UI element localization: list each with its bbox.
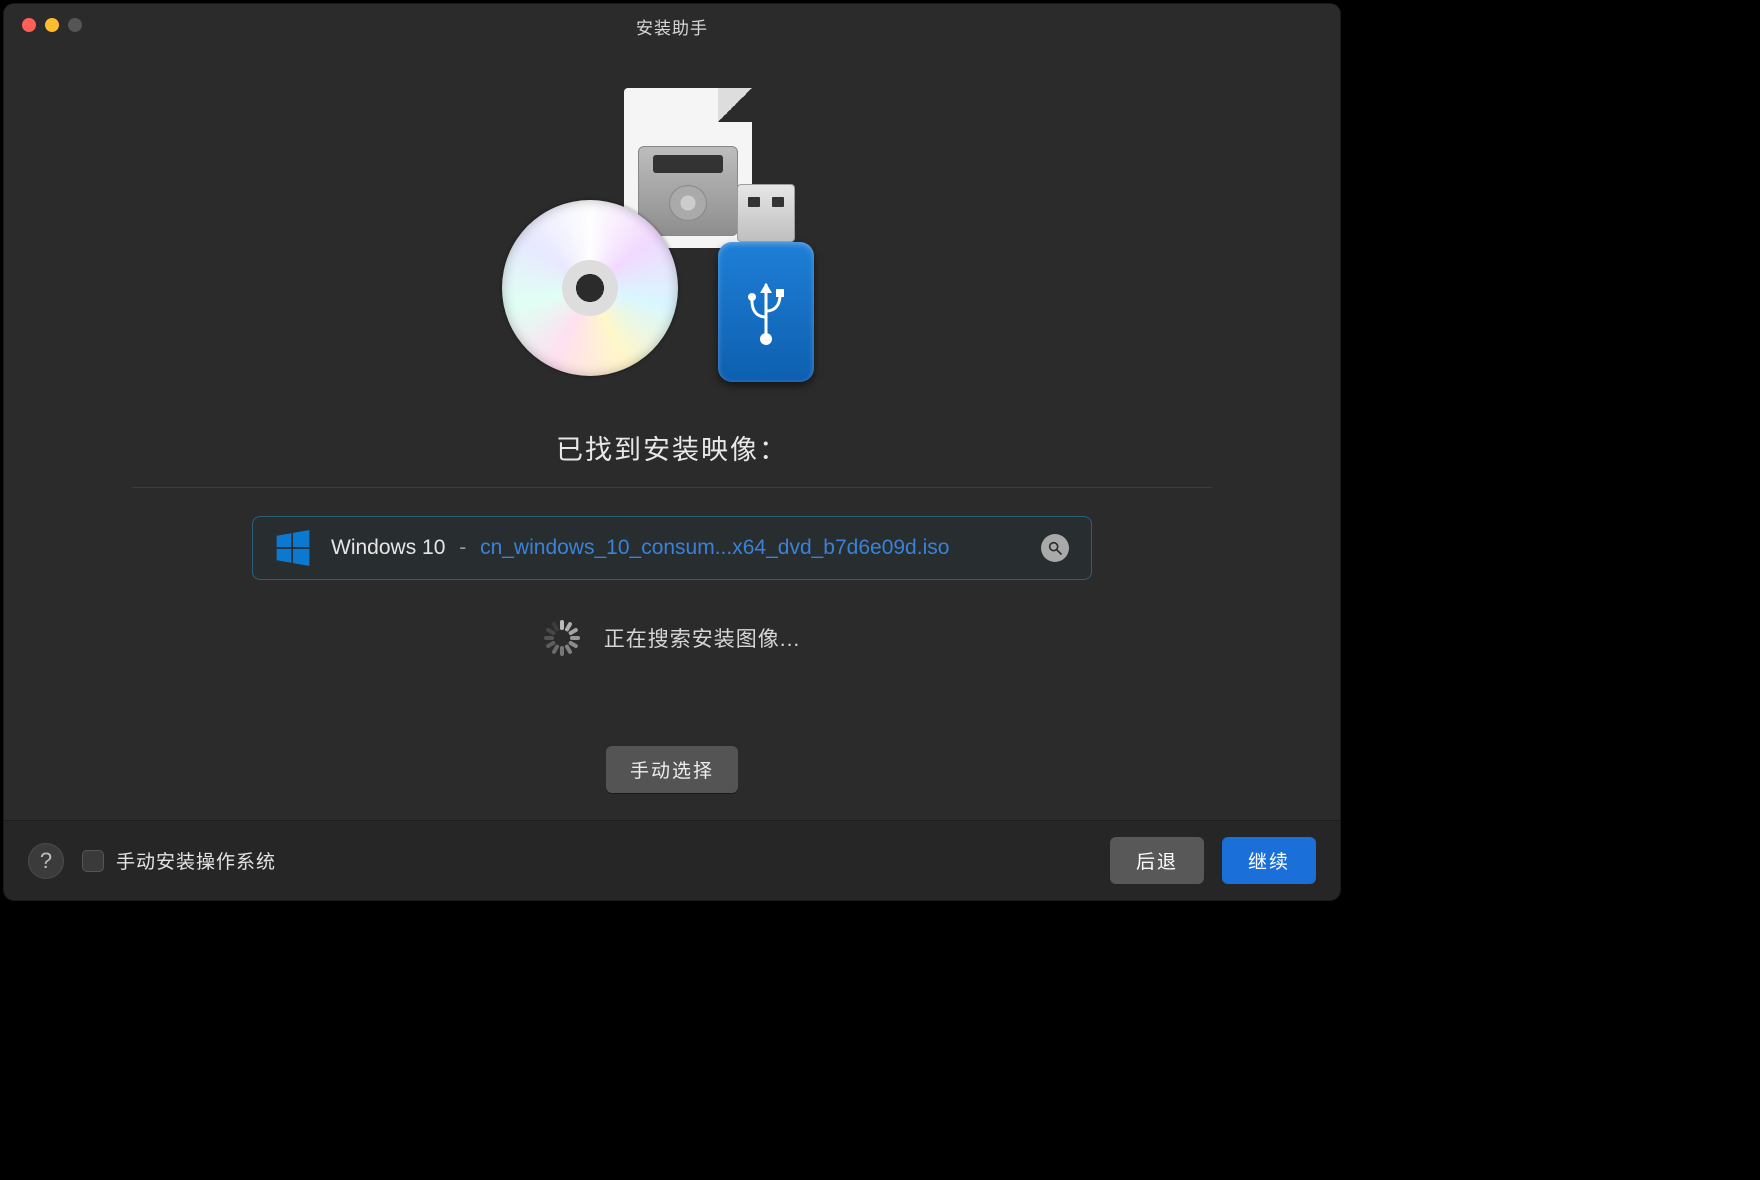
searching-row: 正在搜索安装图像... — [544, 620, 801, 656]
iso-os-name: Windows 10 — [331, 536, 445, 559]
found-iso-row[interactable]: Windows 10 - cn_windows_10_consum...x64_… — [252, 516, 1092, 580]
zoom-window-button[interactable] — [68, 18, 82, 32]
back-button[interactable]: 后退 — [1110, 837, 1204, 884]
windows-logo-icon — [275, 530, 311, 566]
usb-drive-icon — [718, 184, 814, 382]
close-window-button[interactable] — [22, 18, 36, 32]
reveal-in-finder-button[interactable] — [1041, 534, 1069, 562]
help-button[interactable]: ? — [28, 843, 64, 879]
iso-file-name: cn_windows_10_consum...x64_dvd_b7d6e09d.… — [480, 536, 949, 559]
footer: ? 手动安装操作系统 后退 继续 — [4, 820, 1340, 900]
usb-trident-icon — [742, 277, 790, 347]
iso-text: Windows 10 - cn_windows_10_consum...x64_… — [331, 536, 1021, 560]
searching-label: 正在搜索安装图像... — [604, 623, 801, 653]
disc-icon — [502, 200, 678, 376]
install-media-icon — [502, 88, 842, 388]
installer-window: 安装助手 — [4, 4, 1340, 900]
manual-install-label: 手动安装操作系统 — [116, 847, 276, 874]
titlebar: 安装助手 — [4, 4, 1340, 48]
window-title: 安装助手 — [636, 14, 708, 39]
manual-install-checkbox[interactable] — [82, 850, 104, 872]
window-controls — [22, 18, 82, 32]
iso-separator: - — [459, 536, 466, 559]
minimize-window-button[interactable] — [45, 18, 59, 32]
found-image-heading: 已找到安装映像： — [556, 428, 788, 467]
manual-install-option: 手动安装操作系统 — [82, 847, 276, 874]
spinner-icon — [544, 620, 580, 656]
divider — [132, 487, 1212, 488]
manual-select-button[interactable]: 手动选择 — [606, 746, 738, 793]
magnifier-icon — [1047, 540, 1063, 556]
continue-button[interactable]: 继续 — [1222, 837, 1316, 884]
content-area: 已找到安装映像： Windows 10 - cn_windows_10_cons… — [4, 48, 1340, 820]
